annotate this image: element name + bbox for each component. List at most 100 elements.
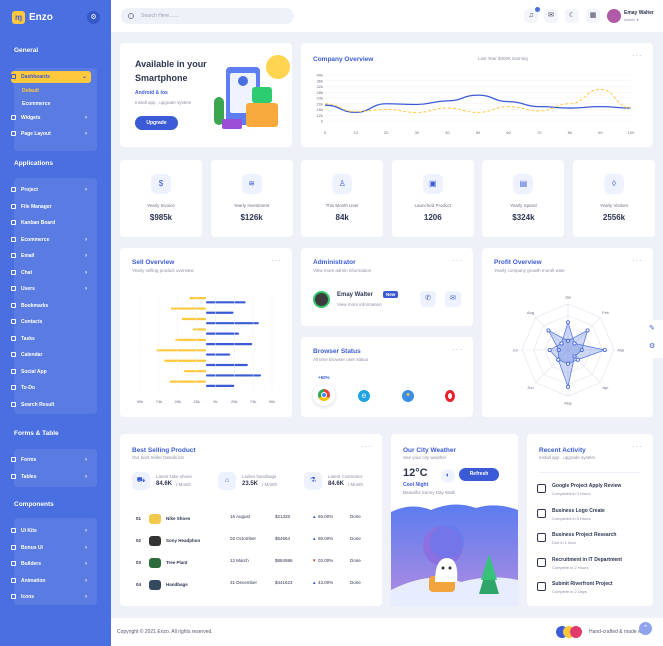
stat-value: 84k (335, 213, 349, 222)
more-options-button[interactable]: ··· (452, 256, 463, 265)
refresh-button[interactable]: Refresh (459, 468, 499, 481)
menu-icon (11, 253, 16, 258)
sidebar-item-page-layout[interactable]: Page Layout › (11, 128, 91, 140)
sidebar-item-forms[interactable]: Forms › (11, 454, 91, 466)
applications-group (14, 178, 97, 414)
sidebar-item-chat[interactable]: Chat › (11, 267, 91, 279)
user-role[interactable]: Admin ▾ (624, 17, 638, 22)
sidebar-sub-ecommerce[interactable]: Ecommerce (22, 101, 50, 107)
stat-card: ◊ Yearly Visitors 2556k (573, 160, 655, 237)
upgrade-button[interactable]: Upgrade (135, 116, 178, 130)
sidebar-item-social-app[interactable]: Social App (11, 366, 91, 378)
sidebar-item-tasks[interactable]: Tasks (11, 333, 91, 345)
sidebar-item-to-do[interactable]: To-Do (11, 382, 91, 394)
sidebar-item-ui-kits[interactable]: Ui Kits › (11, 525, 91, 537)
sidebar-item-kanban-board[interactable]: Kanban Board (11, 217, 91, 229)
sidebar-item-ecommerce[interactable]: Ecommerce › (11, 234, 91, 246)
row-date: 16 August (230, 514, 251, 519)
calendar-button[interactable]: ▦ (586, 9, 600, 23)
sidebar-item-bonus-ui[interactable]: Bonus Ui › (11, 542, 91, 554)
sidebar-item-calendar[interactable]: Calendar (11, 349, 91, 361)
chevron-right-icon: › (85, 594, 87, 600)
search-input[interactable]: Search Here....... (121, 8, 294, 24)
mail-button[interactable]: ✉ (544, 9, 558, 23)
chevron-right-icon: › (85, 131, 87, 137)
admin-info-link[interactable]: View more information (337, 302, 382, 307)
sidebar: ɱ Enzo ⚙ General Dashboards ⌄ Default Eco… (0, 0, 111, 646)
sidebar-item-file-manager[interactable]: File Manager (11, 201, 91, 213)
y-tick-label: 20k (317, 101, 323, 106)
more-options-button[interactable]: ··· (452, 345, 463, 354)
admin-name: Emay Walter (337, 292, 373, 298)
stat-value: $324k (512, 213, 535, 222)
activity-title[interactable]: Business Logo Create (552, 508, 605, 514)
sidebar-item-widgets[interactable]: Widgets › (11, 112, 91, 124)
avatar[interactable] (607, 9, 621, 23)
stat-value: $985k (149, 213, 173, 222)
radar-axis-label: Aug (527, 310, 534, 315)
table-row[interactable]: 01 Nike Shoes 16 August $21326 ▲ 65.00% Done (120, 514, 382, 528)
more-options-button[interactable]: ··· (632, 442, 643, 451)
bar-2-2 (206, 311, 234, 314)
notification-button[interactable]: ♫ (524, 7, 540, 23)
weather-illustration (391, 504, 518, 606)
x-tick-label: 100 (628, 130, 635, 135)
sidebar-item-animation[interactable]: Animation › (11, 575, 91, 587)
welcome-subtitle: Install app , upgrade system (135, 100, 192, 105)
settings-icon[interactable]: ⚙ (649, 342, 655, 350)
row-price: $21326 (275, 514, 291, 519)
sidebar-toggle-button[interactable]: ⚙ (87, 11, 100, 24)
sidebar-item-search-result[interactable]: Search Result (11, 399, 91, 411)
sidebar-item-icons[interactable]: Icons › (11, 591, 91, 603)
table-row[interactable]: 02 Sony Headphon 02 Octomber $54564 ▲ 95.00% D… (120, 536, 382, 550)
activity-title[interactable]: Google Project Apply Review (552, 483, 621, 489)
sidebar-item-dashboards[interactable]: Dashboards ⌄ (11, 71, 91, 83)
summary-label: Latest Nike shoes (156, 474, 192, 479)
sidebar-item-bookmarks[interactable]: Bookmarks (11, 300, 91, 312)
x-tick-label: 90 (598, 130, 603, 135)
dark-mode-button[interactable]: ☾ (565, 9, 579, 23)
browser-status-card: Browser Status All time browser user sta… (301, 337, 473, 417)
bar-1-1 (189, 297, 206, 300)
x-tick-label: 25k (231, 399, 237, 404)
scroll-top-button[interactable]: ⌃ (639, 622, 652, 635)
summary-label: Ladies handbags (242, 474, 277, 479)
sidebar-item-tables[interactable]: Tables › (11, 471, 91, 483)
y-tick-label: 24k (317, 96, 323, 101)
call-button[interactable]: ✆ (420, 291, 436, 307)
more-options-button[interactable]: ··· (361, 442, 372, 451)
activity-title[interactable]: Submit Riverfront Project (552, 581, 613, 587)
radar-point (566, 320, 571, 325)
activity-time: Due in 1 hour (552, 540, 577, 545)
radar-axis-label: Feb (602, 310, 610, 315)
sidebar-sub-default[interactable]: Default (22, 88, 39, 94)
sidebar-item-email[interactable]: Email › (11, 250, 91, 262)
radar-point (547, 348, 552, 353)
user-name[interactable]: Emay Walter (624, 10, 654, 16)
message-button[interactable]: ✉ (445, 291, 461, 307)
table-row[interactable]: 04 Handbags 31 December $441623 ▲ 43.00% Done (120, 580, 382, 594)
sidebar-item-builders[interactable]: Builders › (11, 558, 91, 570)
activity-icon (537, 533, 546, 542)
document-icon: ▤ (513, 174, 534, 194)
row-number: 03 (136, 560, 142, 565)
sidebar-item-project[interactable]: Project › (11, 184, 91, 196)
activity-title[interactable]: Recruitment in IT Department (552, 557, 622, 563)
x-tick-label: 45k (174, 399, 180, 404)
customizer-panel: ✎ ⚙ (645, 320, 663, 358)
search-icon (128, 13, 134, 19)
chrome-icon (313, 384, 335, 406)
bar-2-7 (206, 363, 248, 367)
administrator-card: Administrator View more admin informatio… (301, 248, 473, 326)
table-row[interactable]: 03 Tree Plant 12 March $884996 ▼ 02.00% Done (120, 558, 382, 572)
palette-icon[interactable]: ✎ (649, 324, 655, 332)
menu-icon (11, 302, 16, 308)
sidebar-item-users[interactable]: Users › (11, 283, 91, 295)
browser-title: Browser Status (313, 348, 361, 355)
activity-title[interactable]: Business Project Research (552, 532, 616, 538)
activity-icon (537, 508, 546, 518)
layout-icon (11, 131, 16, 136)
activity-icon (537, 557, 546, 567)
sidebar-item-contacts[interactable]: Contacts (11, 316, 91, 328)
profit-radar-chart: Jan Feb Mar Apr May Jun Jul Aug (512, 295, 625, 406)
